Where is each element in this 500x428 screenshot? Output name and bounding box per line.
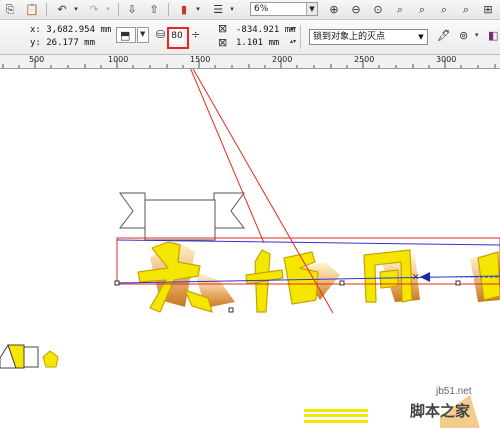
import-icon[interactable]: ⇩ [124, 2, 140, 17]
ruler-label: 3000 [436, 55, 457, 64]
watermark-site: jb51.net [436, 386, 472, 397]
watermark-name: 脚本之家 [410, 402, 471, 420]
vanishing-point-x-value[interactable]: -834.921 mm [236, 25, 296, 35]
separator [168, 3, 169, 16]
vanishing-point-x-icon: ⊠ [218, 22, 228, 35]
zoom-level-combo[interactable]: 6% ▼ [250, 2, 318, 16]
vanishing-point-mode-value: 锁到对象上的灭点 [313, 32, 386, 42]
separator [46, 3, 47, 16]
zoom-height-icon[interactable]: ⌕ [458, 2, 474, 17]
extrusion-type-button[interactable]: ⬒ [116, 27, 136, 43]
zoom-out-icon[interactable]: ⊖ [348, 2, 364, 17]
paste-icon[interactable]: 📋 [24, 2, 40, 17]
extrusion-type-icon: ⬒ [120, 29, 131, 42]
vanishing-point-mode-select[interactable]: 锁到对象上的灭点 ▼ [309, 29, 428, 45]
object-position-y[interactable]: y: 26.177 mm [30, 38, 95, 48]
horizontal-ruler[interactable]: 500 1000 1500 2000 2500 3000 [0, 55, 500, 69]
chevron-down-icon[interactable]: ▼ [306, 3, 317, 15]
extrusion-type-dropdown[interactable]: ▼ [137, 27, 149, 43]
ribbon-banner[interactable] [118, 192, 246, 241]
vanishing-point-y-icon: ⊠ [218, 36, 228, 49]
chevron-down-icon[interactable]: ▼ [416, 31, 426, 43]
extrude-color-icon[interactable]: ◧ [488, 30, 498, 41]
zoom-in-icon[interactable]: ⊕ [326, 2, 342, 17]
copy-icon[interactable]: ⎘ [2, 2, 18, 17]
x-spinner-icon[interactable]: ▴▾ [290, 26, 296, 32]
y-spinner-icon[interactable]: ▴▾ [290, 39, 296, 45]
extrusion-depth-input[interactable]: 80 [170, 29, 184, 44]
launcher-dropdown-icon[interactable]: ▾ [224, 2, 240, 17]
drawing-canvas[interactable]: ✕ [0, 69, 500, 428]
redo-dropdown-icon[interactable]: ▾ [100, 2, 116, 17]
yellow-stripes [304, 409, 368, 423]
zoom-level-value: 6% [254, 4, 269, 14]
export-icon[interactable]: ⇧ [146, 2, 162, 17]
zoom-all-objects-icon[interactable]: ⌕ [392, 2, 408, 17]
publish-dropdown-icon[interactable]: ▾ [190, 2, 206, 17]
edit-extrusion-icon[interactable]: 🖋 [437, 30, 451, 41]
extrude-rotation-icon[interactable]: ⊚ [459, 30, 468, 41]
zoom-selected-icon[interactable]: ⊙ [370, 2, 386, 17]
ruler-label: 500 [29, 55, 45, 64]
small-shape-thumbnails[interactable] [0, 343, 59, 369]
rotation-dropdown-icon[interactable]: ▾ [475, 32, 479, 39]
separator [118, 3, 119, 16]
zoom-width-icon[interactable]: ⌕ [436, 2, 452, 17]
zoom-page-icon[interactable]: ⌕ [414, 2, 430, 17]
ruler-label: 2000 [272, 55, 293, 64]
depth-icon: ⛁ [156, 28, 166, 41]
pan-icon[interactable]: ⊞ [480, 2, 496, 17]
chevron-down-icon: ▼ [140, 30, 146, 38]
ruler-label: 1000 [108, 55, 129, 64]
ruler-ticks [2, 59, 496, 68]
extruded-text-artwork[interactable] [137, 240, 500, 313]
object-position-x[interactable]: x: 3,682.954 mm [30, 25, 111, 35]
ruler-label: 1500 [190, 55, 211, 64]
ruler-label: 2500 [354, 55, 375, 64]
vanishing-point-y-value[interactable]: 1.101 mm [236, 38, 279, 48]
separator [300, 25, 301, 49]
depth-spinner-icon[interactable]: ÷ [191, 29, 200, 40]
standard-toolbar: ⎘ 📋 ↶ ▾ ↷ ▾ ⇩ ⇧ ▮ ▾ ☰ ▾ 6% ▼ ⊕ ⊖ ⊙ ⌕ ⌕ ⌕… [0, 0, 500, 20]
svg-text:✕: ✕ [412, 273, 420, 283]
undo-dropdown-icon[interactable]: ▾ [68, 2, 84, 17]
